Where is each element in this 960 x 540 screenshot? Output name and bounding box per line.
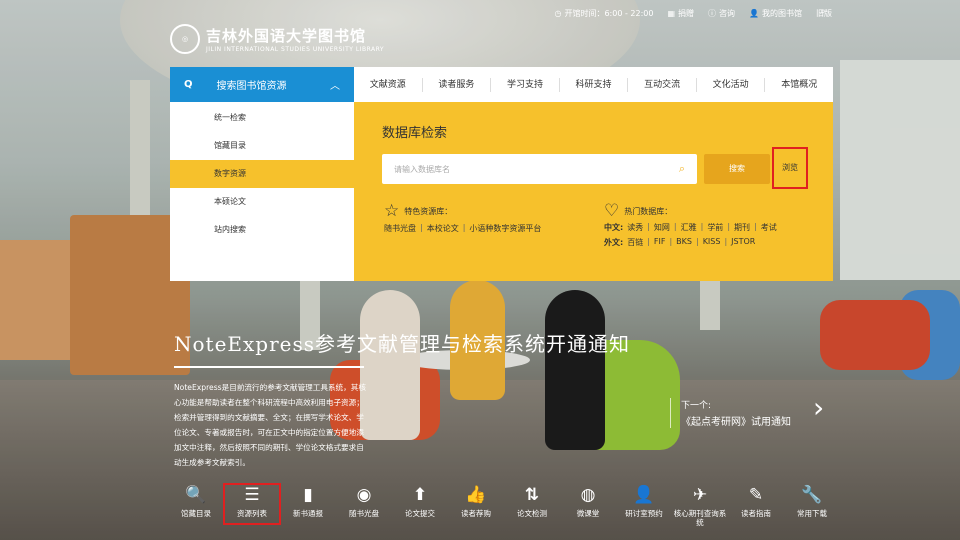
quick-link-recommend[interactable]: 👍 读者荐购 xyxy=(448,484,504,527)
opening-hours: ◷ 开馆时间：6:00 - 22:00 xyxy=(554,9,654,18)
list-icon: ☰ xyxy=(244,485,260,505)
database-search-panel: 数据库检索 ⌕ 搜索 浏览 ☆ 特色资源库： 随书光盘 | 本校论文 | 小语种… xyxy=(354,102,833,281)
university-seal: ◎ xyxy=(170,24,200,54)
database-link[interactable]: KISS xyxy=(703,237,721,248)
database-link[interactable]: 百链 xyxy=(627,237,643,248)
chevron-right-icon[interactable]: › xyxy=(813,394,824,422)
chevron-up-icon: ︿ xyxy=(330,81,340,92)
next-news[interactable]: 下一个: 《起点考研网》试用通知 xyxy=(670,398,791,428)
database-link[interactable]: 知网 xyxy=(654,222,670,233)
panel-title: 数据库检索 xyxy=(382,126,448,141)
search-button[interactable]: 搜索 xyxy=(704,154,770,184)
nav-item-research-support[interactable]: 科研支持 xyxy=(560,77,629,92)
user-icon: 👤 xyxy=(633,485,655,505)
user-icon: 👤 xyxy=(749,9,759,18)
search-sidebar: Q 搜索图书馆资源 ︿ 统一检索 馆藏目录 数字资源 本硕论文 站内搜索 xyxy=(170,67,354,281)
sort-icon: ⇅ xyxy=(524,485,540,505)
sidebar-item-digital-resources[interactable]: 数字资源 xyxy=(170,160,354,188)
search-icon: ⌕ xyxy=(678,162,685,175)
sidebar-item-site-search[interactable]: 站内搜索 xyxy=(170,216,354,244)
quick-links: 🔍 馆藏目录 ☰ 资源列表 ▮ 新书通报 ◉ 随书光盘 ⬆ 论文提交 👍 读者荐… xyxy=(168,483,840,527)
disc-icon: ◉ xyxy=(356,485,372,505)
database-link[interactable]: 考试 xyxy=(761,222,777,233)
search-icon[interactable]: ⌕ xyxy=(820,6,826,17)
quick-link-plagiarism-check[interactable]: ⇅ 论文检测 xyxy=(504,484,560,527)
search-sidebar-header[interactable]: Q 搜索图书馆资源 ︿ xyxy=(170,67,354,102)
quick-link-core-journals[interactable]: ✈ 核心期刊查询系统 xyxy=(672,484,728,527)
main-nav: 文献资源 读者服务 学习支持 科研支持 互动交流 文化活动 本馆概况 xyxy=(354,67,833,102)
chinese-databases-row: 中文: 读秀 | 知网 | 汇雅 | 学前 | 期刊 | 考试 xyxy=(604,222,777,233)
heart-icon: ♡ xyxy=(604,201,620,221)
database-link[interactable]: FIF xyxy=(654,237,666,248)
quick-link-new-books[interactable]: ▮ 新书通报 xyxy=(280,484,336,527)
search-icon: Q xyxy=(184,79,193,90)
upload-icon: ⬆ xyxy=(412,485,428,505)
nav-item-culture[interactable]: 文化活动 xyxy=(697,77,766,92)
quick-link-catalog[interactable]: 🔍 馆藏目录 xyxy=(168,484,224,527)
nav-item-learning-support[interactable]: 学习支持 xyxy=(491,77,560,92)
sidebar-item-catalog[interactable]: 馆藏目录 xyxy=(170,132,354,160)
foreign-databases-row: 外文: 百链 | FIF | BKS | KISS | JSTOR xyxy=(604,237,756,248)
consult-link[interactable]: ⓘ 咨询 xyxy=(708,8,735,19)
search-icon: 🔍 xyxy=(185,485,207,505)
featured-databases: ☆ 特色资源库： 随书光盘 | 本校论文 | 小语种数字资源平台 xyxy=(384,201,542,234)
sidebar-item-theses[interactable]: 本硕论文 xyxy=(170,188,354,216)
database-link[interactable]: 读秀 xyxy=(627,222,643,233)
plane-icon: ✈ xyxy=(692,485,708,505)
thumbs-up-icon: 👍 xyxy=(465,485,487,505)
featured-link[interactable]: 本校论文 xyxy=(427,223,459,234)
database-link[interactable]: 汇雅 xyxy=(681,222,697,233)
nav-item-about[interactable]: 本馆概况 xyxy=(765,78,833,92)
star-icon: ☆ xyxy=(384,201,400,221)
quick-link-reader-guide[interactable]: ✎ 读者指南 xyxy=(728,484,784,527)
quick-link-micro-class[interactable]: ◍ 微课堂 xyxy=(560,484,616,527)
clock-icon: ◷ xyxy=(554,9,562,18)
featured-link[interactable]: 随书光盘 xyxy=(384,223,416,234)
grid-icon: ▦ xyxy=(667,9,676,18)
database-link[interactable]: 学前 xyxy=(707,222,723,233)
database-search-input[interactable] xyxy=(394,164,679,174)
library-name-cn: 吉林外国语大学图书馆 xyxy=(206,27,367,45)
featured-link[interactable]: 小语种数字资源平台 xyxy=(469,223,541,234)
nav-item-interaction[interactable]: 互动交流 xyxy=(628,77,697,92)
quick-link-cd[interactable]: ◉ 随书光盘 xyxy=(336,484,392,527)
info-icon: ⓘ xyxy=(708,9,717,18)
my-library-link[interactable]: 👤 我的图书馆 xyxy=(749,8,802,19)
donate-link[interactable]: ▦ 捐赠 xyxy=(667,8,694,19)
popular-databases: ♡ 热门数据库： 中文: 读秀 | 知网 | 汇雅 | 学前 | 期刊 | 考试 外文: … xyxy=(604,201,777,248)
database-search-box: ⌕ xyxy=(382,154,697,184)
quick-link-resource-list[interactable]: ☰ 资源列表 xyxy=(223,483,281,525)
news-headline[interactable]: NoteExpress参考文献管理与检索系统开通通知 xyxy=(174,328,630,357)
browse-button[interactable]: 浏览 xyxy=(772,147,808,189)
nav-item-resources[interactable]: 文献资源 xyxy=(354,77,423,92)
library-name-en: JILIN INTERNATIONAL STUDIES UNIVERSITY L… xyxy=(206,46,385,53)
wrench-icon: 🔧 xyxy=(801,485,823,505)
book-icon: ▮ xyxy=(303,485,313,505)
nav-item-reader-services[interactable]: 读者服务 xyxy=(423,77,492,92)
pencil-icon: ✎ xyxy=(748,485,764,505)
sidebar-item-unified-search[interactable]: 统一检索 xyxy=(170,104,354,132)
headline-divider xyxy=(174,366,364,368)
news-description: NoteExpress是目前流行的参考文献管理工具系统，其核心功能是帮助读者在整… xyxy=(174,383,366,467)
globe-icon: ◍ xyxy=(580,485,596,505)
library-logo[interactable]: ◎ 吉林外国语大学图书馆 JILIN INTERNATIONAL STUDIES… xyxy=(170,24,384,54)
database-link[interactable]: BKS xyxy=(676,237,692,248)
quick-link-room-booking[interactable]: 👤 研讨室预约 xyxy=(616,484,672,527)
database-link[interactable]: 期刊 xyxy=(734,222,750,233)
database-link[interactable]: JSTOR xyxy=(731,237,755,248)
quick-link-downloads[interactable]: 🔧 常用下载 xyxy=(784,484,840,527)
top-bar: ◷ 开馆时间：6:00 - 22:00 ▦ 捐赠 ⓘ 咨询 👤 我的图书馆 旧版 xyxy=(554,8,832,19)
quick-link-thesis-submit[interactable]: ⬆ 论文提交 xyxy=(392,484,448,527)
